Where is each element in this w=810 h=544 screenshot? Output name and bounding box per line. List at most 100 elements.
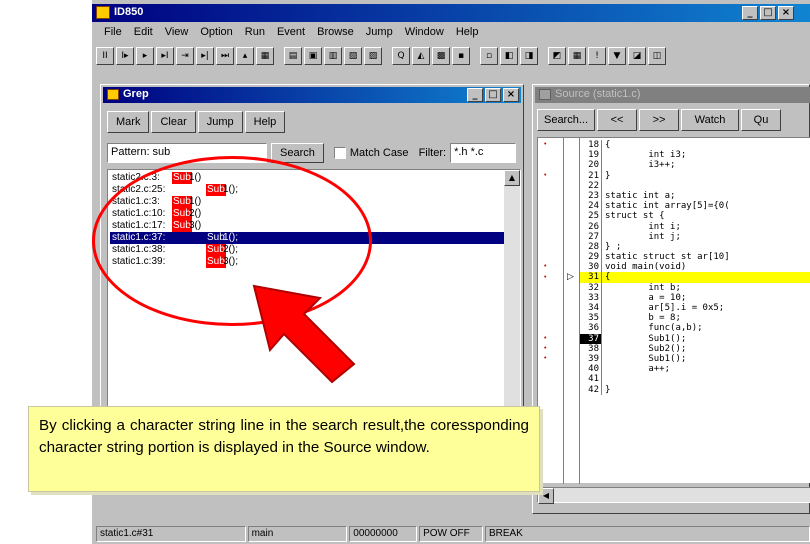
source-line[interactable]: 20 i3++;	[580, 160, 810, 171]
source-window-icon	[539, 89, 551, 100]
source-line[interactable]: 32 int b;	[580, 282, 810, 293]
menu-event[interactable]: Event	[271, 24, 311, 42]
line-code: int i3;	[605, 150, 687, 161]
toolbar-button-icon[interactable]: ▴	[236, 47, 254, 65]
clear-button[interactable]: Clear	[151, 111, 196, 133]
source-line[interactable]: 39 Sub1();	[580, 353, 810, 365]
grep-close-button[interactable]: ×	[503, 88, 519, 102]
mark-button[interactable]: Mark	[107, 111, 150, 133]
source-horizontal-scrollbar[interactable]: ◀	[537, 487, 810, 504]
match-case-checkbox[interactable]	[333, 147, 346, 159]
toolbar-button-icon[interactable]: ▨	[364, 47, 382, 65]
source-line[interactable]: 22	[580, 180, 810, 191]
status-location: static1.c#31	[96, 526, 246, 542]
toolbar-button-icon[interactable]: ◧	[500, 47, 518, 65]
source-line[interactable]: 35 b = 8;	[580, 313, 810, 324]
source-back-button[interactable]: <<	[597, 109, 637, 131]
toolbar-button-icon[interactable]: ◨	[520, 47, 538, 65]
source-line[interactable]: 33 a = 10;	[580, 292, 810, 304]
maximize-button[interactable]: □	[760, 6, 776, 20]
close-button[interactable]: ×	[778, 6, 794, 20]
source-line[interactable]: 23 static int a;	[580, 190, 810, 202]
filter-input[interactable]: *.h *.c	[450, 143, 517, 163]
source-line[interactable]: 21}	[580, 170, 810, 181]
line-code: a = 10;	[605, 292, 687, 303]
toolbar-button-icon[interactable]: ▫	[480, 47, 498, 65]
menu-view[interactable]: View	[159, 24, 195, 42]
toolbar-button-icon[interactable]: ▩	[432, 47, 450, 65]
source-quick-button[interactable]: Qu	[741, 109, 781, 131]
menu-window[interactable]: Window	[399, 24, 450, 42]
source-search-button[interactable]: Search...	[537, 109, 595, 131]
toolbar-button-icon[interactable]: ▸I	[156, 47, 174, 65]
source-line[interactable]: 34 ar[5].i = 0x5;	[580, 303, 810, 314]
line-number: 30	[580, 262, 602, 273]
scroll-up-icon[interactable]: ▲	[504, 170, 520, 186]
source-line[interactable]: 24 static int array[5]={0(	[580, 201, 810, 212]
toolbar-button-icon[interactable]: I▸	[116, 47, 134, 65]
source-line[interactable]: 30 void main(void)	[580, 262, 810, 273]
source-code-pane[interactable]: • • • • • • • ▷ 18{19 int i3; 20 i3++; 21} 22 23st…	[537, 137, 810, 484]
pattern-input[interactable]: sub	[153, 146, 171, 160]
source-titlebar[interactable]: Source (static1.c)	[535, 87, 810, 103]
toolbar-button-icon[interactable]: ▦	[568, 47, 586, 65]
source-line[interactable]: 29 static struct st ar[10]	[580, 252, 810, 263]
source-line[interactable]: 36 func(a,b);	[580, 323, 810, 334]
grep-titlebar[interactable]: Grep _ □ ×	[103, 87, 521, 103]
grep-maximize-button[interactable]: □	[485, 88, 501, 102]
menu-help[interactable]: Help	[450, 24, 485, 42]
toolbar-button-icon[interactable]: ◪	[628, 47, 646, 65]
toolbar-button-icon[interactable]: Q	[392, 47, 410, 65]
source-forward-button[interactable]: >>	[639, 109, 679, 131]
source-watch-button[interactable]: Watch	[681, 109, 739, 131]
source-line[interactable]: 40 a++;	[580, 364, 810, 375]
source-line[interactable]: 41	[580, 374, 810, 385]
source-line[interactable]: 42}	[580, 384, 810, 395]
menu-edit[interactable]: Edit	[128, 24, 159, 42]
scroll-left-icon[interactable]: ◀	[538, 488, 554, 504]
menu-run[interactable]: Run	[239, 24, 271, 42]
toolbar-button-icon[interactable]: !	[588, 47, 606, 65]
source-line[interactable]: 38 Sub2();	[580, 343, 810, 354]
menu-browse[interactable]: Browse	[311, 24, 360, 42]
jump-button[interactable]: Jump	[197, 111, 243, 133]
source-line[interactable]: 19 int i3;	[580, 150, 810, 161]
toolbar-button-icon[interactable]: ▣	[304, 47, 322, 65]
source-line[interactable]: 27 int j;	[580, 231, 810, 242]
toolbar-button-icon[interactable]: ▸	[136, 47, 154, 65]
toolbar-button-icon[interactable]: II	[96, 47, 114, 65]
grep-minimize-button[interactable]: _	[467, 88, 483, 102]
line-code: func(a,b);	[605, 323, 703, 334]
toolbar-button-icon[interactable]: ▤	[284, 47, 302, 65]
toolbar-button-icon[interactable]: ◫	[648, 47, 666, 65]
source-line[interactable]: 37 Sub1();	[580, 333, 810, 344]
event-marker-icon: •	[544, 171, 547, 179]
event-marker-icon: •	[544, 355, 547, 363]
line-code: int b;	[605, 282, 681, 293]
toolbar-button-icon[interactable]: ▧	[344, 47, 362, 65]
help-button[interactable]: Help	[244, 111, 286, 133]
toolbar-button-icon[interactable]: ▦	[256, 47, 274, 65]
source-line[interactable]: 31{	[580, 272, 810, 283]
toolbar-button-icon[interactable]: ▥	[324, 47, 342, 65]
event-marker-gutter[interactable]: • • • • • • •	[538, 138, 564, 484]
toolbar-button-icon[interactable]: ◭	[412, 47, 430, 65]
toolbar-button-icon[interactable]: ⏭	[216, 47, 234, 65]
minimize-button[interactable]: _	[742, 6, 758, 20]
event-marker-icon: •	[544, 141, 547, 148]
source-line[interactable]: 26 int i;	[580, 221, 810, 232]
menu-file[interactable]: File	[98, 24, 128, 42]
toolbar-button-icon[interactable]: ▸|	[196, 47, 214, 65]
menu-jump[interactable]: Jump	[360, 24, 399, 42]
menu-option[interactable]: Option	[194, 24, 238, 42]
toolbar-button-icon[interactable]: ⇥	[176, 47, 194, 65]
app-title: ID850	[114, 6, 144, 18]
app-icon	[96, 6, 110, 19]
source-line[interactable]: 18{	[580, 140, 810, 151]
toolbar-button-icon[interactable]: ▪	[452, 47, 470, 65]
toolbar-button-icon[interactable]: ◩	[548, 47, 566, 65]
toolbar-button-icon[interactable]: ▼	[608, 47, 626, 65]
source-line[interactable]: 25 struct st {	[580, 211, 810, 222]
source-line[interactable]: 28} ;	[580, 241, 810, 253]
app-titlebar[interactable]: ID850 _ □ ×	[92, 4, 810, 22]
